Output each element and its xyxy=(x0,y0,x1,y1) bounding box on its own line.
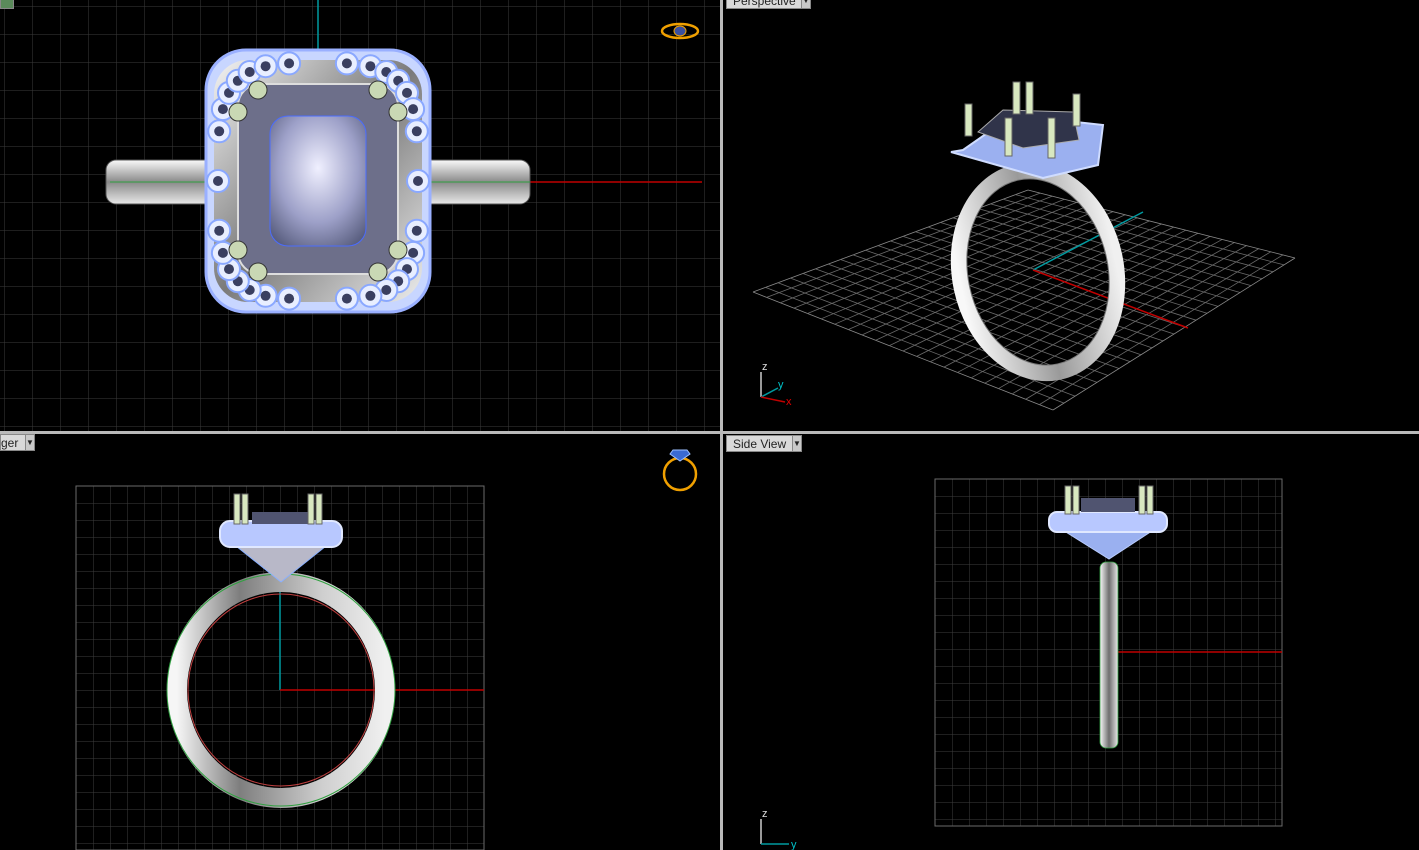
prong[interactable] xyxy=(228,102,248,122)
ring-shank[interactable] xyxy=(1099,561,1119,749)
top-viewport[interactable] xyxy=(0,0,720,431)
prong[interactable] xyxy=(1146,485,1154,515)
grid-line xyxy=(902,235,1186,328)
perspective-canvas: z y x xyxy=(752,81,1296,411)
prong[interactable] xyxy=(1047,117,1056,159)
halo-stone-culet xyxy=(408,104,419,115)
axis-z-label: z xyxy=(762,808,768,820)
prong[interactable] xyxy=(315,493,323,525)
prong[interactable] xyxy=(1004,117,1013,157)
axis-x-label: x xyxy=(786,396,792,408)
chevron-down-icon[interactable]: ▼ xyxy=(25,434,35,451)
top-view-canvas xyxy=(0,0,720,431)
halo-stone-culet xyxy=(214,225,225,236)
prong[interactable] xyxy=(248,262,268,282)
grid-line xyxy=(1052,257,1296,411)
prong[interactable] xyxy=(388,240,408,260)
prong[interactable] xyxy=(964,103,973,137)
halo-stone-culet xyxy=(341,58,352,69)
grid-line xyxy=(1027,189,1296,259)
chevron-down-icon[interactable]: ▼ xyxy=(801,0,811,9)
halo-stone-culet xyxy=(244,67,255,77)
halo[interactable] xyxy=(219,520,343,548)
center-stone-table[interactable] xyxy=(269,115,367,247)
viewport-menu-tab[interactable] xyxy=(0,0,14,9)
prong[interactable] xyxy=(1012,81,1021,115)
prong[interactable] xyxy=(1072,93,1081,127)
halo-stone-culet xyxy=(217,104,228,115)
ring-front-icon[interactable] xyxy=(662,449,698,492)
halo-stone-culet xyxy=(381,285,392,295)
halo-stone-culet xyxy=(224,264,234,275)
side-view-canvas: z y xyxy=(760,478,1283,850)
halo[interactable] xyxy=(1048,511,1168,533)
axis-z-label: z xyxy=(762,361,768,373)
halo-stone-culet xyxy=(260,290,271,301)
grid-line xyxy=(1015,194,1285,266)
halo-stone-culet xyxy=(284,58,295,69)
prong[interactable] xyxy=(368,80,388,100)
front-view-canvas xyxy=(75,449,698,850)
halo-stone-culet xyxy=(260,61,271,72)
axis-gizmo: z y x xyxy=(760,361,792,408)
viewport-label-side[interactable]: Side View xyxy=(726,435,793,452)
halo-stone-culet xyxy=(213,176,223,186)
front-viewport[interactable]: ger ▼ xyxy=(0,434,720,850)
halo-stone-culet xyxy=(217,247,228,258)
prong[interactable] xyxy=(248,80,268,100)
prong[interactable] xyxy=(1138,485,1146,515)
halo-stone-culet xyxy=(411,126,422,137)
prong[interactable] xyxy=(1072,485,1080,515)
prong[interactable] xyxy=(368,262,388,282)
side-viewport[interactable]: z y Side View ▼ xyxy=(723,434,1419,850)
axis-gizmo: z y xyxy=(760,808,797,850)
halo-stone-culet xyxy=(284,293,295,304)
halo-stone-culet xyxy=(402,87,412,98)
grid-line xyxy=(1039,254,1284,405)
prong[interactable] xyxy=(1025,81,1034,115)
viewport-splitter-horizontal[interactable] xyxy=(0,431,1419,434)
prong[interactable] xyxy=(228,240,248,260)
prong[interactable] xyxy=(1064,485,1072,515)
axis-y-label: y xyxy=(778,379,784,391)
halo-stone-culet xyxy=(411,225,422,236)
prong[interactable] xyxy=(233,493,241,525)
halo-stone-culet xyxy=(341,293,352,304)
prong[interactable] xyxy=(307,493,315,525)
viewport-label-front[interactable]: ger xyxy=(0,434,26,451)
center-stone[interactable] xyxy=(1081,498,1135,512)
halo-stone-culet xyxy=(214,126,225,137)
halo-stone-culet xyxy=(365,61,376,72)
halo-stone-culet xyxy=(365,290,376,301)
center-stone[interactable] xyxy=(252,512,312,524)
chevron-down-icon[interactable]: ▼ xyxy=(792,435,802,452)
axis-y-label: y xyxy=(791,839,797,850)
halo-stone-culet xyxy=(408,247,419,258)
viewport-splitter-vertical[interactable] xyxy=(720,0,723,850)
halo-stone-culet xyxy=(413,176,423,186)
prong[interactable] xyxy=(241,493,249,525)
perspective-viewport[interactable]: z y x Perspective ▼ xyxy=(723,0,1419,431)
viewport-label-perspective[interactable]: Perspective xyxy=(726,0,802,9)
prong[interactable] xyxy=(388,102,408,122)
